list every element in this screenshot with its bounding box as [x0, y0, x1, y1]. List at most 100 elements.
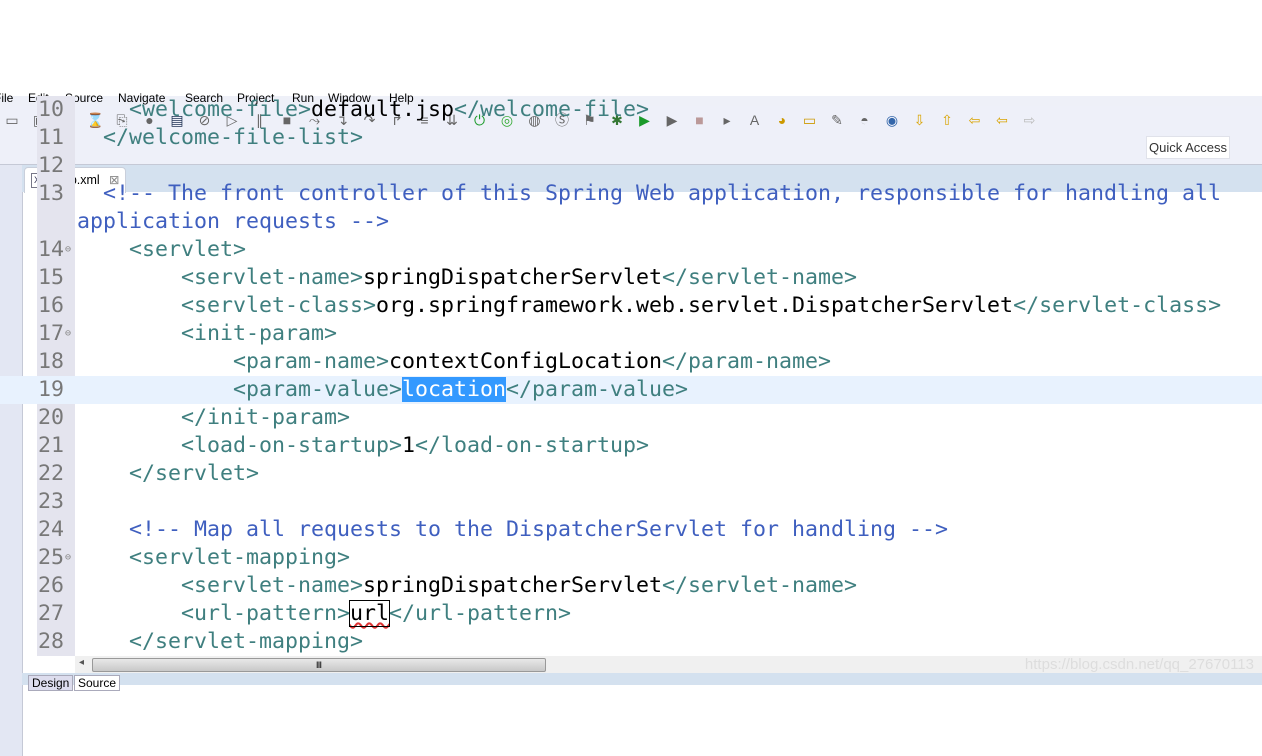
xml-tag: <load-on-startup>	[181, 433, 403, 458]
xml-tag: </servlet>	[129, 461, 260, 486]
text	[77, 181, 103, 206]
scrollbar-thumb[interactable]: Ⅲ	[92, 658, 546, 672]
xml-tag: </welcome-file-list>	[103, 125, 364, 150]
tab-source[interactable]: Source	[74, 675, 121, 691]
text	[77, 377, 233, 402]
line-text: <servlet-name>springDispatcherServlet</s…	[77, 264, 1257, 292]
line-text: <url-pattern>url</url-pattern>	[77, 600, 1257, 628]
line-text: </servlet-mapping>	[77, 628, 1257, 656]
code-line[interactable]: 12	[0, 152, 1262, 180]
text: contextConfigLocation	[389, 349, 663, 374]
xml-tag: <url-pattern>	[181, 601, 351, 626]
code-line[interactable]: 10 <welcome-file>default.jsp</welcome-fi…	[0, 96, 1262, 124]
code-line[interactable]: 22 </servlet>	[0, 460, 1262, 488]
line-text: </init-param>	[77, 404, 1257, 432]
code-line[interactable]: 25 ⊖ <servlet-mapping>	[0, 544, 1262, 572]
line-number: 12	[38, 153, 65, 178]
line-number: 15	[38, 265, 65, 290]
line-number: 14	[38, 237, 65, 262]
code-line[interactable]: 17 ⊖ <init-param>	[0, 320, 1262, 348]
xml-comment: <!-- The front controller of this Spring…	[77, 181, 1235, 234]
code-line[interactable]: 18 <param-name>contextConfigLocation</pa…	[0, 348, 1262, 376]
line-number: 19	[38, 377, 65, 402]
line-text: </welcome-file-list>	[77, 124, 1257, 152]
text	[77, 265, 181, 290]
text: springDispatcherServlet	[363, 265, 663, 290]
text: url	[349, 600, 391, 627]
xml-tag: </servlet-mapping>	[129, 629, 364, 654]
code-line[interactable]: 19 <param-value>location</param-value>	[0, 376, 1262, 404]
text	[77, 517, 129, 542]
text	[77, 573, 181, 598]
xml-tag: <servlet>	[129, 237, 247, 262]
line-text: <!-- Map all requests to the DispatcherS…	[77, 516, 1257, 544]
xml-tag: </param-name>	[662, 349, 832, 374]
xml-tag: <servlet-name>	[181, 573, 364, 598]
line-number: 26	[38, 573, 65, 598]
line-number: 10	[38, 97, 65, 122]
fold-toggle-icon[interactable]: ⊖	[65, 236, 71, 264]
xml-comment: <!-- Map all requests to the DispatcherS…	[129, 517, 949, 542]
code-line[interactable]: 27 <url-pattern>url</url-pattern>	[0, 600, 1262, 628]
line-number: 11	[38, 125, 65, 150]
line-number: 21	[38, 433, 65, 458]
line-text: <servlet>	[77, 236, 1257, 264]
code-line[interactable]: 21 <load-on-startup>1</load-on-startup>	[0, 432, 1262, 460]
text	[77, 237, 129, 262]
line-text: <init-param>	[77, 320, 1257, 348]
text: 1	[402, 433, 416, 458]
code-line[interactable]: 16 <servlet-class>org.springframework.we…	[0, 292, 1262, 320]
tab-design[interactable]: Design	[28, 675, 74, 691]
code-line[interactable]: 28 </servlet-mapping>	[0, 628, 1262, 656]
text	[77, 293, 181, 318]
line-number: 28	[38, 629, 65, 654]
xml-tag: <servlet-name>	[181, 265, 364, 290]
text: org.springframework.web.servlet.Dispatch…	[376, 293, 1014, 318]
xml-tag: </param-value>	[506, 377, 689, 402]
line-text: <!-- The front controller of this Spring…	[77, 180, 1257, 236]
code-line[interactable]: 13 <!-- The front controller of this Spr…	[0, 180, 1262, 236]
horizontal-scrollbar[interactable]: ◂ Ⅲhttps://blog.csdn.net/qq_27670113	[75, 656, 1262, 673]
line-number: 20	[38, 405, 65, 430]
code-line[interactable]: 20 </init-param>	[0, 404, 1262, 432]
xml-tag: </url-pattern>	[389, 601, 572, 626]
line-text: </servlet>	[77, 460, 1257, 488]
text	[77, 461, 129, 486]
line-number: 22	[38, 461, 65, 486]
xml-tag: </servlet-name>	[662, 265, 858, 290]
line-text	[77, 152, 1257, 180]
line-text	[77, 488, 1257, 516]
code-line[interactable]: 15 <servlet-name>springDispatcherServlet…	[0, 264, 1262, 292]
xml-tag: <servlet-class>	[181, 293, 377, 318]
text	[77, 405, 181, 430]
line-text: <servlet-mapping>	[77, 544, 1257, 572]
text	[77, 433, 181, 458]
line-text: <welcome-file>default.jsp</welcome-file>	[77, 96, 1257, 124]
text	[77, 97, 129, 122]
fold-toggle-icon[interactable]: ⊖	[65, 544, 71, 572]
code-line[interactable]: 14 ⊖ <servlet>	[0, 236, 1262, 264]
line-number: 25	[38, 545, 65, 570]
fold-toggle-icon[interactable]: ⊖	[65, 320, 71, 348]
code-editor[interactable]: 10 <welcome-file>default.jsp</welcome-fi…	[0, 96, 1262, 656]
text	[77, 321, 181, 346]
code-line[interactable]: 23	[0, 488, 1262, 516]
line-number: 18	[38, 349, 65, 374]
xml-tag: <servlet-mapping>	[129, 545, 351, 570]
xml-tag: </load-on-startup>	[415, 433, 650, 458]
text	[77, 545, 129, 570]
editor-bottom-tabs: Design Source	[22, 673, 1262, 691]
line-text: <servlet-class>org.springframework.web.s…	[77, 292, 1257, 320]
line-text: <param-name>contextConfigLocation</param…	[77, 348, 1257, 376]
code-line[interactable]: 24 <!-- Map all requests to the Dispatch…	[0, 516, 1262, 544]
text: springDispatcherServlet	[363, 573, 663, 598]
code-line[interactable]: 11 </welcome-file-list>	[0, 124, 1262, 152]
line-text: <load-on-startup>1</load-on-startup>	[77, 432, 1257, 460]
line-number: 13	[38, 181, 65, 206]
xml-tag: </welcome-file>	[454, 97, 650, 122]
code-line[interactable]: 26 <servlet-name>springDispatcherServlet…	[0, 572, 1262, 600]
xml-tag: <param-name>	[233, 349, 390, 374]
xml-tag: </servlet-class>	[1013, 293, 1222, 318]
text: default.jsp	[311, 97, 455, 122]
watermark: https://blog.csdn.net/qq_27670113	[1024, 656, 1254, 673]
